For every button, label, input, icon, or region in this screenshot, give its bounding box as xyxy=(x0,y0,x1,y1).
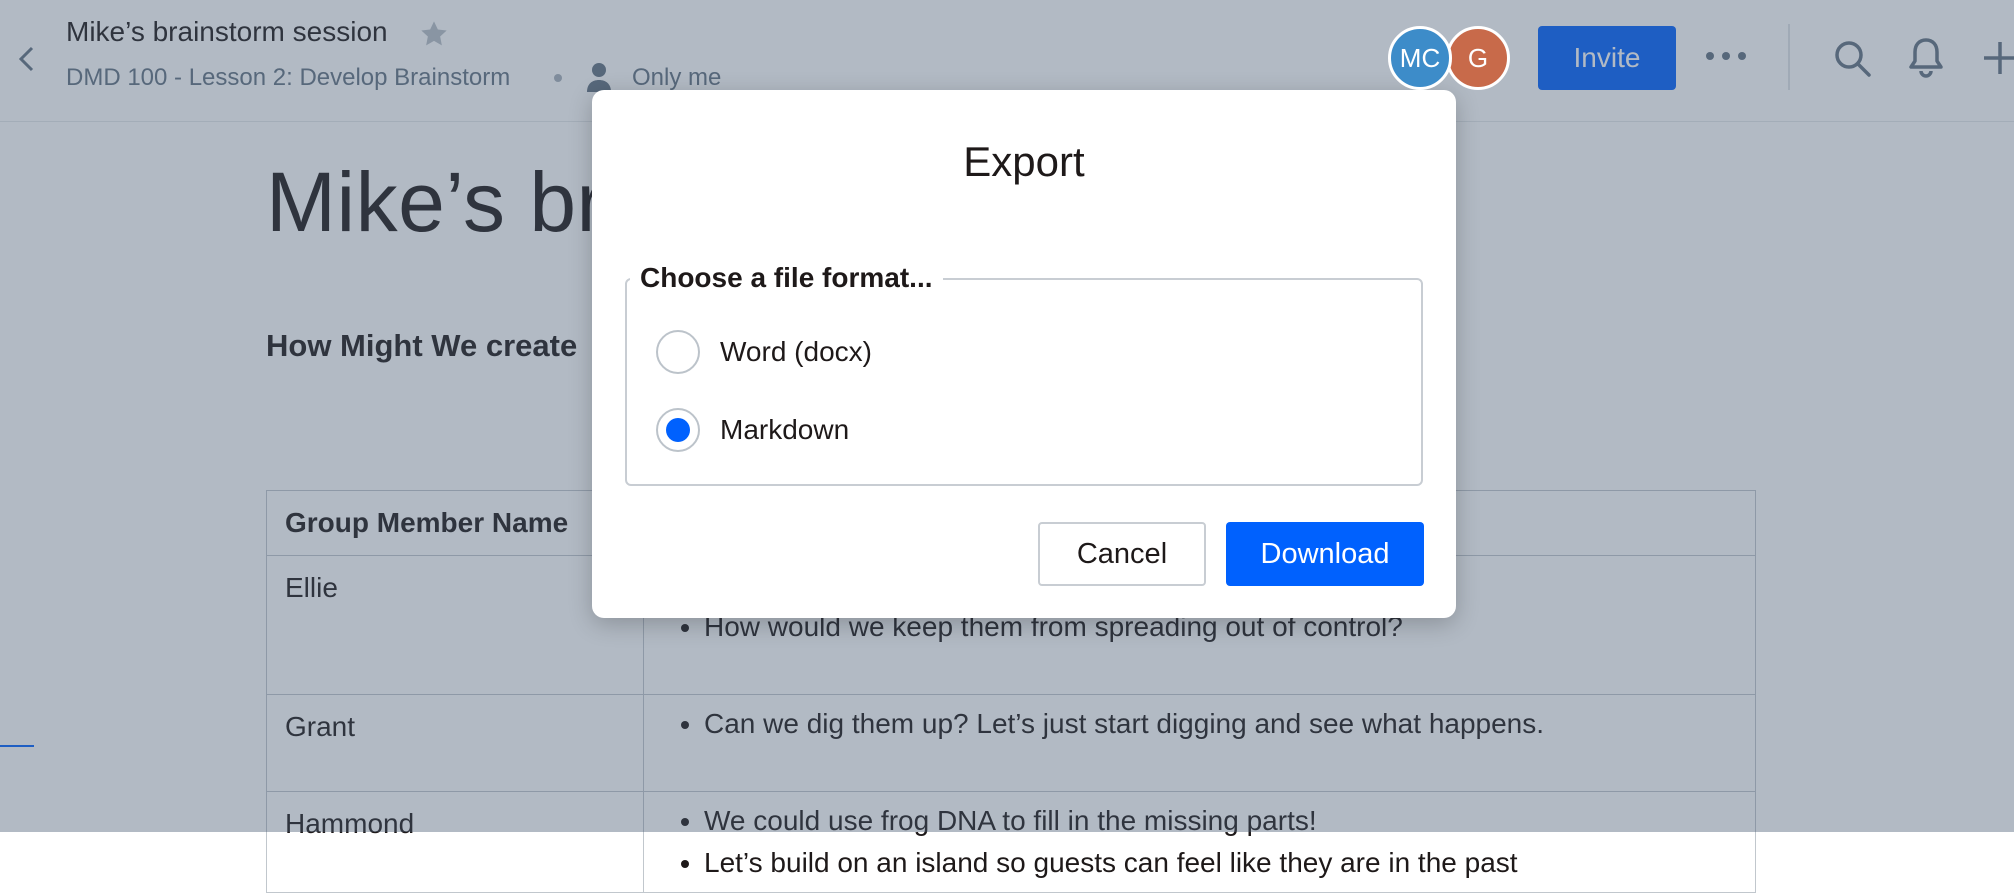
dialog-title: Export xyxy=(963,138,1085,185)
radio-label-word[interactable]: Word (docx) xyxy=(720,336,872,368)
download-button[interactable]: Download xyxy=(1226,522,1424,586)
cancel-button[interactable]: Cancel xyxy=(1038,522,1206,586)
avatar[interactable]: MC xyxy=(1388,26,1452,90)
file-format-legend: Choose a file format... xyxy=(630,262,943,294)
radio-word-docx[interactable] xyxy=(656,330,700,374)
export-dialog: Export Choose a file format... Word (doc… xyxy=(592,90,1456,618)
radio-label-markdown[interactable]: Markdown xyxy=(720,414,849,446)
radio-markdown[interactable] xyxy=(656,408,700,452)
file-format-group xyxy=(625,278,1423,486)
avatar[interactable]: G xyxy=(1446,26,1510,90)
list-item: Let’s build on an island so guests can f… xyxy=(704,842,1737,884)
